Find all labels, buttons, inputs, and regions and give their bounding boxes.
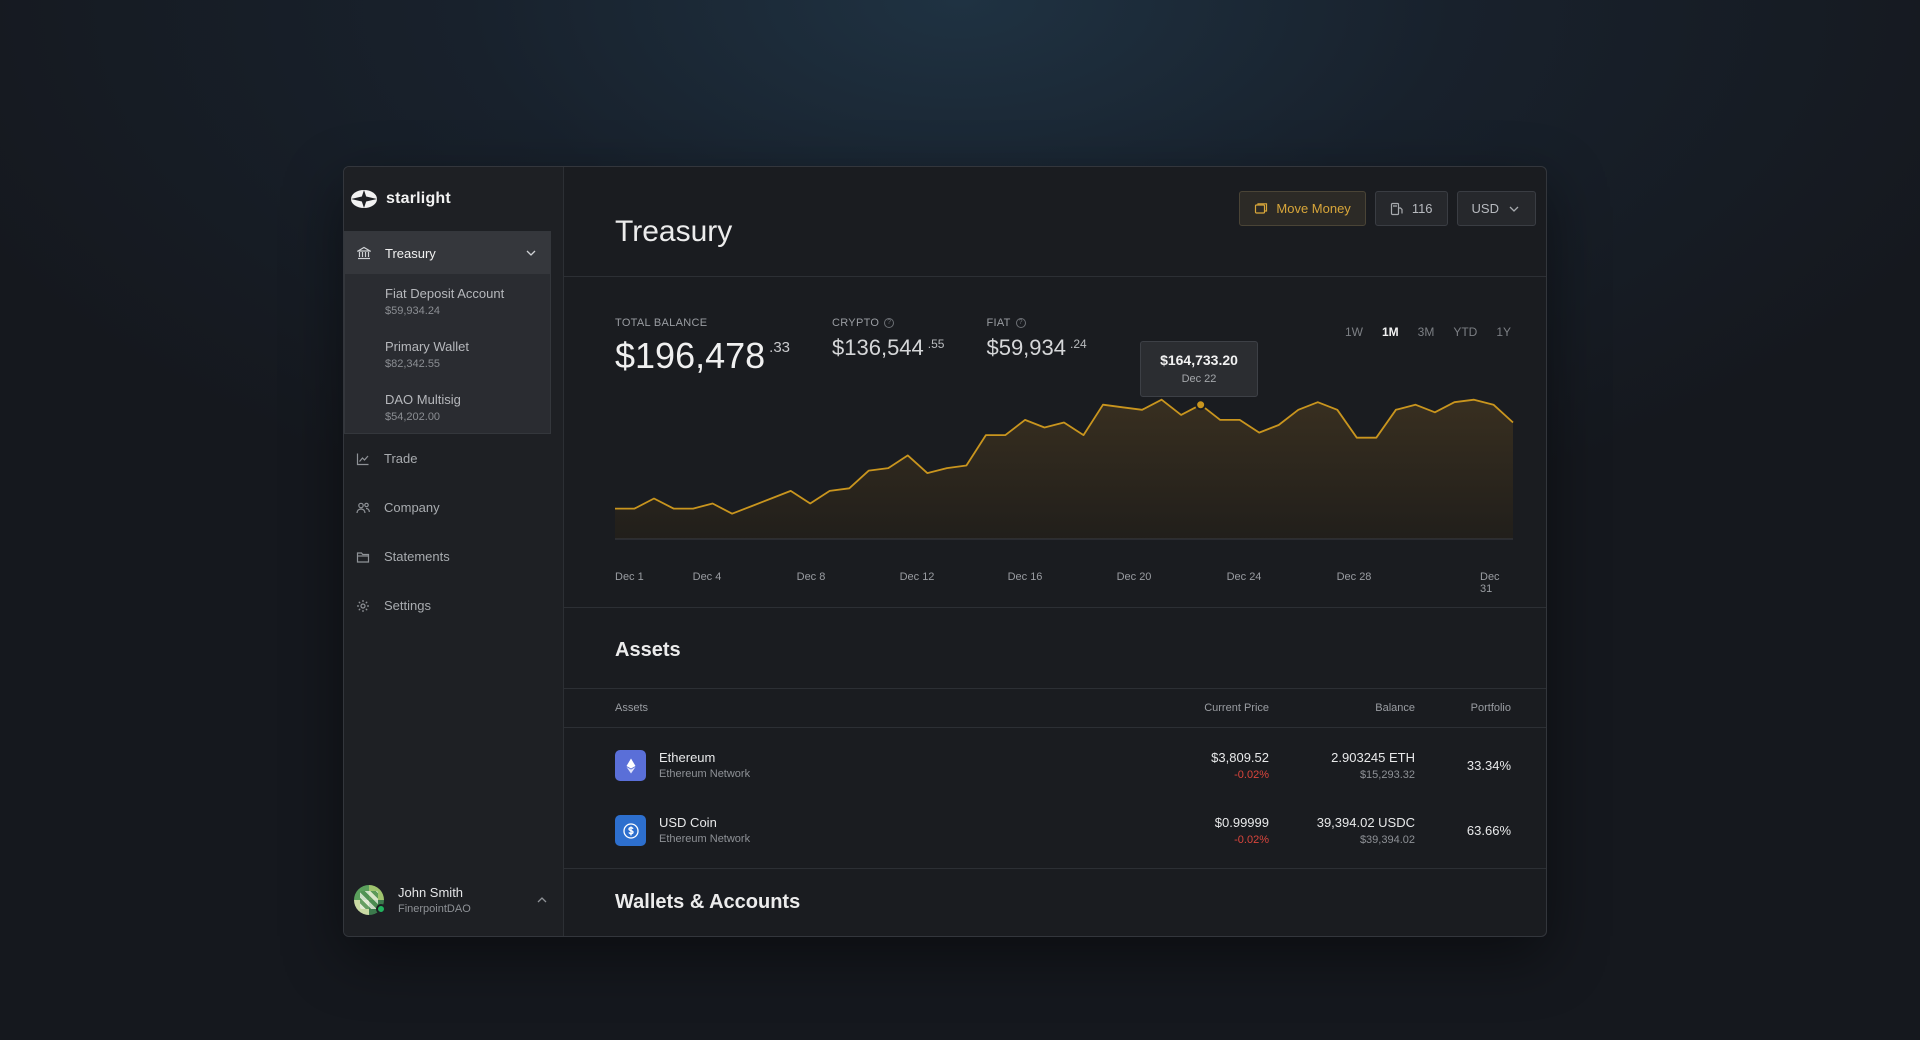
account-amount: $54,202.00 (385, 411, 441, 423)
gas-pump-icon (1390, 202, 1403, 215)
sidebar-item-statements[interactable]: Statements (344, 532, 563, 581)
starlight-logo-icon (351, 190, 377, 208)
sidebar-item-label: Treasury (385, 245, 436, 261)
asset-change: -0.02% (1234, 834, 1269, 846)
account-name: Fiat Deposit Account (385, 286, 505, 301)
chevron-down-icon (1509, 206, 1519, 212)
account-primary-wallet[interactable]: Primary Wallet $82,342.55 (345, 327, 550, 380)
sidebar-item-settings[interactable]: Settings (344, 581, 563, 630)
asset-price: $0.99999 (1214, 815, 1269, 830)
account-amount: $82,342.55 (385, 358, 441, 370)
logo[interactable]: starlight (344, 167, 563, 231)
x-tick-label: Dec 28 (1336, 571, 1372, 583)
asset-portfolio: 63.66% (1466, 823, 1511, 838)
brand-name: starlight (386, 190, 451, 207)
tooltip-date: Dec 22 (1181, 373, 1217, 385)
sidebar-item-company[interactable]: Company (344, 483, 563, 532)
chart-tooltip: $164,733.20 Dec 22 (1140, 341, 1258, 397)
column-header-portfolio[interactable]: Portfolio (1471, 702, 1511, 714)
toolbar: Move Money 116 USD (1239, 191, 1536, 226)
sidebar-item-label: Settings (384, 598, 431, 613)
table-row[interactable]: USD Coin Ethereum Network $0.99999 -0.02… (564, 798, 1546, 869)
account-dao-multisig[interactable]: DAO Multisig $54,202.00 (345, 380, 550, 433)
sidebar-item-label: Statements (384, 549, 450, 564)
crypto-label: CRYPTO (832, 317, 880, 329)
gas-price-button[interactable]: 116 (1374, 191, 1448, 226)
asset-name: USD Coin (659, 815, 717, 830)
treasury-nav-group: Treasury Fiat Deposit Account $59,934.24… (344, 231, 551, 434)
fiat-label: FIAT (986, 317, 1011, 329)
sidebar: starlight Treasury Fiat Deposit Account … (344, 167, 564, 936)
x-tick-label: Dec 20 (1116, 571, 1152, 583)
chevron-down-icon (526, 250, 536, 256)
user-org: FinerpointDAO (398, 903, 471, 915)
sidebar-item-treasury[interactable]: Treasury (345, 232, 550, 274)
move-money-button[interactable]: Move Money (1239, 191, 1366, 226)
column-header-balance[interactable]: Balance (1375, 702, 1415, 714)
asset-network: Ethereum Network (659, 833, 751, 845)
usdc-icon (615, 815, 646, 846)
account-name: Primary Wallet (385, 339, 470, 354)
coins-icon (1255, 202, 1268, 214)
x-tick-label: Dec 24 (1226, 571, 1262, 583)
page-title: Treasury (615, 215, 733, 248)
account-name: DAO Multisig (385, 392, 461, 407)
move-money-label: Move Money (1276, 201, 1351, 216)
asset-balance: 2.903245 ETH (1331, 750, 1415, 765)
gas-price-value: 116 (1411, 201, 1433, 216)
account-amount: $59,934.24 (385, 305, 441, 317)
chart-highlight-point[interactable] (1195, 399, 1207, 411)
tooltip-value: $164,733.20 (1160, 352, 1238, 368)
ethereum-icon (615, 750, 646, 781)
assets-title: Assets (615, 639, 681, 661)
users-icon (356, 502, 370, 513)
online-status-dot (376, 904, 386, 914)
chevron-up-icon (537, 897, 547, 903)
asset-balance: 39,394.02 USDC (1316, 815, 1415, 830)
table-row[interactable]: Ethereum Ethereum Network $3,809.52 -0.0… (564, 733, 1546, 797)
page-header: Treasury Move Money 116 USD (564, 167, 1546, 277)
chart-area-fill (615, 399, 1513, 539)
x-tick-label: Dec 1 (615, 571, 644, 583)
x-tick-label: Dec 16 (1007, 571, 1043, 583)
folder-icon (356, 551, 370, 563)
user-menu[interactable]: John Smith FinerpointDAO (354, 880, 549, 920)
info-icon[interactable]: ? (1015, 318, 1026, 328)
gear-icon (357, 599, 369, 612)
assets-table-header: Assets Current Price Balance Portfolio (564, 688, 1546, 728)
sidebar-item-label: Company (384, 500, 440, 515)
user-name: John Smith (398, 885, 464, 900)
asset-balance-usd: $15,293.32 (1359, 769, 1415, 781)
currency-value: USD (1471, 201, 1499, 216)
wallets-title: Wallets & Accounts (615, 891, 801, 913)
total-balance-label: TOTAL BALANCE (615, 317, 708, 329)
bank-icon (357, 246, 371, 260)
info-icon[interactable]: ? (884, 318, 895, 328)
section-divider (564, 607, 1546, 608)
column-header-assets[interactable]: Assets (615, 702, 648, 714)
currency-select[interactable]: USD (1456, 191, 1536, 226)
x-tick-label: Dec 8 (796, 571, 826, 583)
sidebar-item-label: Trade (384, 451, 418, 466)
x-tick-label: Dec 12 (899, 571, 935, 583)
asset-change: -0.02% (1234, 769, 1269, 781)
app-window: starlight Treasury Fiat Deposit Account … (343, 166, 1547, 937)
asset-name: Ethereum (659, 750, 716, 765)
main-content: Treasury Move Money 116 USD TOTAL BALANC… (564, 167, 1546, 936)
x-tick-label: Dec 31 (1480, 571, 1500, 595)
asset-network: Ethereum Network (659, 768, 751, 780)
sidebar-item-trade[interactable]: Trade (344, 434, 563, 483)
column-header-price[interactable]: Current Price (1204, 702, 1269, 714)
asset-portfolio: 33.34% (1466, 758, 1511, 773)
chart-icon (356, 453, 369, 465)
account-fiat-deposit[interactable]: Fiat Deposit Account $59,934.24 (345, 274, 550, 327)
asset-balance-usd: $39,394.02 (1359, 834, 1415, 846)
balance-chart (615, 398, 1514, 540)
asset-price: $3,809.52 (1211, 750, 1269, 765)
x-tick-label: Dec 4 (692, 571, 722, 583)
